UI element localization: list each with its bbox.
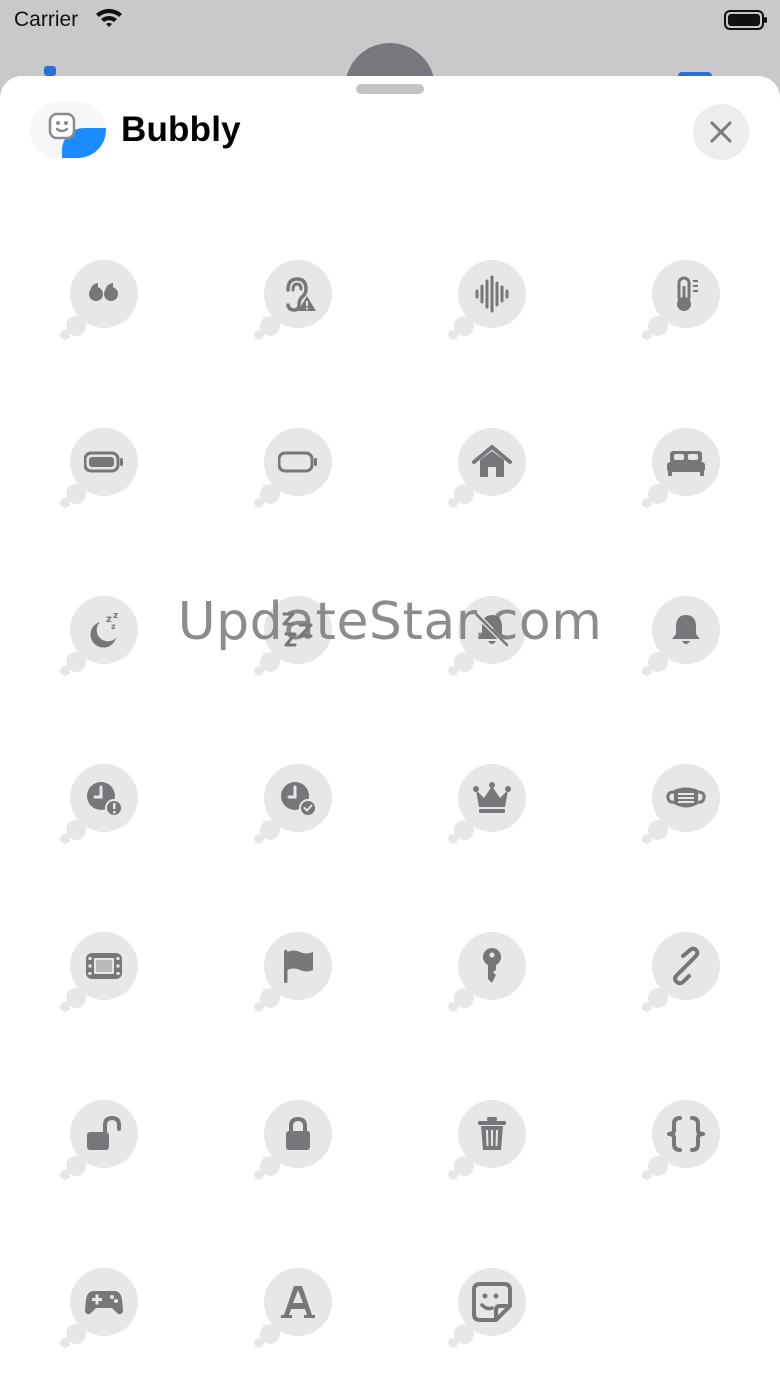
sticker-flag[interactable] [254,926,354,1026]
clock-exclamation-icon [87,782,123,817]
sticker-crown[interactable] [448,758,548,858]
sticker-ear-warning[interactable] [254,254,354,354]
sticker-film[interactable] [60,926,160,1026]
sticker-face[interactable] [448,1262,548,1362]
watermark-text: UpdateStar.com [177,592,603,652]
thermometer-icon [677,276,698,311]
sticker-lock-open[interactable] [60,1094,160,1194]
sticker-bed[interactable] [642,422,742,522]
waveform-icon [475,275,509,313]
lock-open-icon [87,1115,121,1150]
ear-warning-icon [286,277,316,312]
clock-check-icon [281,782,317,817]
sticker-link[interactable] [642,926,742,1026]
face-mask-icon [666,787,706,808]
quote-icon [89,283,118,301]
house-icon [472,445,512,477]
key-icon [483,948,501,983]
sticker-grid: z z z [0,76,780,1387]
sticker-trash[interactable] [448,1094,548,1194]
lock-icon [286,1116,310,1150]
sticker-clock-check[interactable] [254,758,354,858]
wifi-icon [94,6,124,33]
sticker-curly-braces[interactable] [642,1094,742,1194]
textformat-icon [281,1286,315,1318]
sticker-lock[interactable] [254,1094,354,1194]
link-icon [673,946,700,986]
crown-icon [473,782,511,813]
sticker-sheet: Bubbly z z z [0,76,780,1387]
film-icon [86,953,122,979]
battery-icon [724,9,768,36]
sticker-battery-full[interactable] [60,422,160,522]
background-back-hint [44,66,56,76]
battery-empty-icon [278,451,317,473]
battery-full-icon [84,451,123,473]
sticker-textformat[interactable] [254,1262,354,1362]
sticker-clock-exclamation[interactable] [60,758,160,858]
sticker-waveform[interactable] [448,254,548,354]
gamecontroller-icon [85,1291,123,1315]
bed-icon [667,451,705,476]
sticker-quote[interactable] [60,254,160,354]
sticker-house[interactable] [448,422,548,522]
sticker-face-mask[interactable] [642,758,742,858]
flag-icon [284,950,313,983]
sticker-battery-empty[interactable] [254,422,354,522]
sticker-key[interactable] [448,926,548,1026]
trash-icon [478,1117,506,1150]
curly-braces-icon [667,1116,705,1152]
carrier-label: Carrier [14,8,79,31]
status-bar: Carrier [0,0,780,40]
face-sticker-icon [472,1282,512,1322]
sticker-gamecontroller[interactable] [60,1262,160,1362]
sticker-thermometer[interactable] [642,254,742,354]
